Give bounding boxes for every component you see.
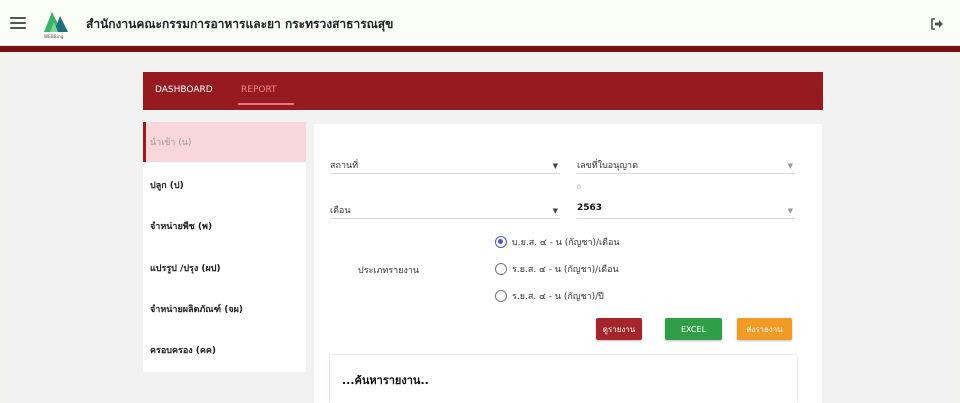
logout-icon[interactable]: [930, 16, 944, 30]
license-select[interactable]: เลขที่ใบอนุญาต ▼: [577, 158, 795, 174]
sidebar-item-sell-plant[interactable]: จำหน่ายพืช (พ): [143, 206, 306, 246]
month-select[interactable]: เดือน ▼: [330, 203, 560, 219]
logo: WEBBing: [42, 10, 72, 40]
year-select[interactable]: 2563 ▼: [577, 203, 795, 219]
sidebar-item-sell-product[interactable]: จำหน่ายผลิตภัณฑ์ (จผ): [143, 289, 306, 329]
year-value: 2563: [577, 203, 603, 213]
radio-unchecked-icon[interactable]: [495, 263, 507, 275]
active-tab-indicator: [238, 103, 294, 105]
report-navbar: DASHBOARD REPORT: [143, 72, 823, 110]
report-type-option-label: ร.ย.ส. ๔ - น (กัญชา)/เดือน: [512, 265, 619, 275]
logo-text: WEBBing: [44, 34, 64, 39]
radio-checked-icon[interactable]: [495, 236, 507, 248]
month-dropdown-icon: ▼: [552, 207, 558, 215]
license-dropdown-icon: ▼: [787, 162, 793, 170]
radio-unchecked-icon[interactable]: [495, 290, 507, 302]
sidebar-item-possess[interactable]: ครอบครอง (คค): [143, 330, 306, 370]
report-type-option-label: ร.ย.ส. ๔ - น (กัญชา)/ปี: [512, 292, 604, 302]
result-status-text: ...ค้นหารายงาน..: [342, 374, 429, 387]
report-result-panel: ...ค้นหารายงาน..: [330, 355, 797, 403]
location-placeholder: สถานที่: [330, 161, 359, 171]
send-report-button[interactable]: ส่งรายงาน: [737, 318, 792, 340]
sidebar-item-plant[interactable]: ปลูก (ป): [143, 165, 306, 205]
sidebar-item-import[interactable]: นำเข้า (น): [143, 122, 306, 162]
report-type-option-label: บ.ย.ส. ๔ - น (กัญชา)/เดือน: [512, 238, 620, 248]
menu-icon[interactable]: [10, 17, 26, 29]
top-header: WEBBing สำนักงานคณะกรรมการอาหารและยา กระ…: [0, 0, 960, 46]
month-placeholder: เดือน: [330, 206, 351, 216]
sidebar-item-process[interactable]: แปรรูป /ปรุง (ผป): [143, 248, 306, 288]
app-title: สำนักงานคณะกรรมการอาหารและยา กระทรวงสาธา…: [86, 17, 394, 31]
location-select[interactable]: สถานที่ ▼: [330, 158, 560, 174]
license-placeholder: เลขที่ใบอนุญาต: [577, 161, 638, 171]
view-report-button[interactable]: ดูรายงาน: [596, 318, 642, 340]
location-dropdown-icon: ▼: [552, 162, 558, 170]
sidebar: นำเข้า (น) ปลูก (ป) จำหน่ายพืช (พ) แปรรู…: [143, 122, 306, 372]
report-type-option-2[interactable]: ร.ย.ส. ๔ - น (กัญชา)/เดือน: [495, 262, 619, 276]
tab-dashboard[interactable]: DASHBOARD: [155, 85, 213, 95]
report-type-option-3[interactable]: ร.ย.ส. ๔ - น (กัญชา)/ปี: [495, 289, 604, 303]
report-type-option-1[interactable]: บ.ย.ส. ๔ - น (กัญชา)/เดือน: [495, 235, 620, 249]
export-excel-button[interactable]: EXCEL: [665, 318, 722, 340]
year-dropdown-icon: ▼: [787, 207, 793, 215]
license-helper: 0: [577, 184, 581, 191]
tab-report[interactable]: REPORT: [241, 85, 277, 95]
report-type-label: ประเภทรายงาน: [358, 266, 420, 276]
